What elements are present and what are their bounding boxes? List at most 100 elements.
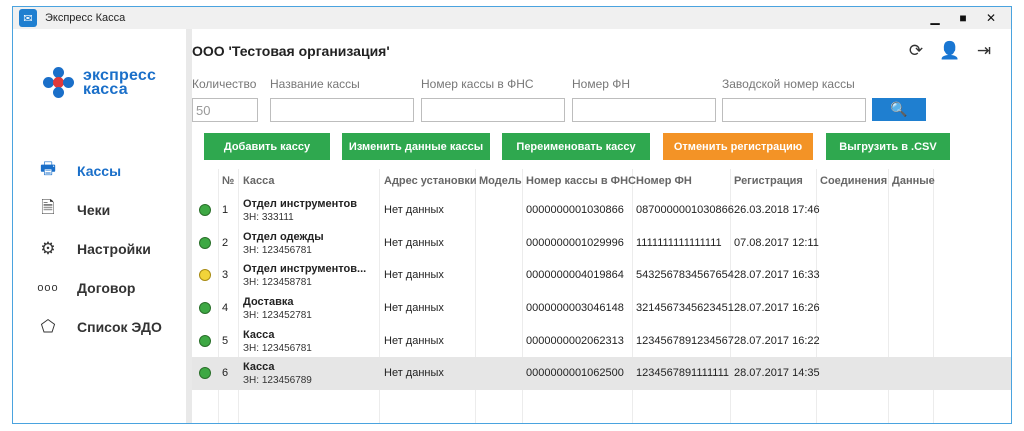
name-input[interactable] [270,98,414,122]
search-icon: 🔍 [890,101,908,117]
title-bar: ✉ Экспресс Касса ▁ ■ ✕ [13,7,1011,29]
table-row[interactable]: 2 Отдел одежды ЗН: 123456781 Нет данных … [192,227,1011,260]
status-indicator [199,367,211,380]
close-icon[interactable]: ✕ [977,7,1005,29]
row-registration: 07.08.2017 12:11 [734,236,819,249]
row-fn: 5432567834567654 [636,269,734,282]
organization-title: ООО 'Тестовая организация' [192,43,390,59]
header-num[interactable]: № [222,175,234,187]
header-fns[interactable]: Номер кассы в ФНС [526,175,636,187]
search-button[interactable]: 🔍 [872,98,926,121]
status-indicator [199,204,211,216]
app-logo-icon: ✉ [19,9,37,27]
count-filter: Количество [192,75,258,122]
row-kassa-name: Касса [243,361,275,374]
row-kassa-name: Касса [243,328,275,341]
row-fns: 0000000001062500 [526,367,624,380]
sidebar: экспресс касса 🖶 Кассы 🗎 Чеки ⚙ Настройк… [13,29,186,423]
row-fns: 0000000003046148 [526,302,624,315]
sidebar-item-contract[interactable]: ooo Договор [37,268,162,307]
row-fns: 0000000001029996 [526,236,624,249]
sidebar-item-settings[interactable]: ⚙ Настройки [37,229,162,268]
main-panel: ООО 'Тестовая организация' ⟳ 👤 ⇥ Количес… [192,29,1011,423]
row-num: 5 [222,334,229,347]
brand-logo: экспресс касса [43,67,156,99]
header-kassa[interactable]: Касса [243,175,274,187]
table-row[interactable]: 5 Касса ЗН: 123456781 Нет данных 0000000… [192,325,1011,358]
serial-label: Заводской номер кассы [722,77,855,91]
name-filter: Название кассы [270,75,414,122]
table-row[interactable]: 4 Доставка ЗН: 123452781 Нет данных 0000… [192,292,1011,325]
sidebar-item-edo[interactable]: ⬠ Список ЭДО [37,307,162,346]
edit-kassa-button[interactable]: Изменить данные кассы [342,133,490,160]
row-num: 3 [222,269,229,282]
action-bar: Добавить кассу Изменить данные кассы Пер… [192,133,1011,160]
row-num: 6 [222,367,229,380]
fn-input[interactable] [572,98,716,122]
sidebar-menu: 🖶 Кассы 🗎 Чеки ⚙ Настройки ooo Договор ⬠… [37,151,162,346]
fns-label: Номер кассы в ФНС [421,77,534,91]
name-label: Название кассы [270,77,360,91]
row-address: Нет данных [384,269,444,282]
top-toolbar: ⟳ 👤 ⇥ [899,41,1001,61]
brand-mark-icon [43,67,75,99]
sidebar-item-label: Список ЭДО [77,318,162,335]
cancel-registration-button[interactable]: Отменить регистрацию [663,133,813,160]
fn-filter: Номер ФН [572,75,716,122]
header-address[interactable]: Адрес установки [384,175,477,187]
kassa-table: № Касса Адрес установки Модель Номер кас… [192,169,1011,423]
sidebar-item-kassy[interactable]: 🖶 Кассы [37,151,162,190]
row-serial: ЗН: 123456781 [243,342,312,354]
minimize-icon[interactable]: ▁ [921,7,949,29]
sidebar-item-cheki[interactable]: 🗎 Чеки [37,190,162,229]
rename-kassa-button[interactable]: Переименовать кассу [502,133,650,160]
header-model[interactable]: Модель [479,175,522,187]
header-data[interactable]: Данные [892,175,935,187]
refresh-icon[interactable]: ⟳ [899,41,933,61]
row-serial: ЗН: 123458781 [243,277,312,289]
status-indicator [199,269,211,282]
row-fn: 1234567891234567 [636,334,734,347]
row-serial: ЗН: 123452781 [243,310,312,322]
export-csv-button[interactable]: Выгрузить в .CSV [826,133,950,160]
status-indicator [199,334,211,347]
row-address: Нет данных [384,204,444,216]
row-registration: 28.07.2017 14:35 [734,367,820,380]
row-num: 2 [222,236,229,249]
sidebar-item-label: Договор [77,279,136,296]
row-registration: 28.07.2017 16:26 [734,302,820,315]
maximize-icon[interactable]: ■ [949,7,977,29]
count-input[interactable] [192,98,258,122]
row-kassa-name: Отдел одежды [243,230,324,243]
table-row[interactable]: 3 Отдел инструментов... ЗН: 123458781 Не… [192,259,1011,292]
app-window: ✉ Экспресс Касса ▁ ■ ✕ экспресс касса 🖶 [12,6,1012,424]
add-kassa-button[interactable]: Добавить кассу [204,133,330,160]
table-body: 1 Отдел инструментов ЗН: 333111 Нет данн… [192,194,1011,391]
row-address: Нет данных [384,236,444,249]
row-kassa-name: Отдел инструментов [243,198,358,210]
row-address: Нет данных [384,334,444,347]
row-serial: ЗН: 333111 [243,212,294,223]
sidebar-item-label: Настройки [77,240,151,257]
serial-filter: Заводской номер кассы [722,75,866,122]
count-label: Количество [192,77,257,91]
table-row[interactable]: 1 Отдел инструментов ЗН: 333111 Нет данн… [192,194,1011,227]
fns-filter: Номер кассы в ФНС [421,75,565,122]
cash-register-icon: 🖶 [39,159,57,178]
table-row-selected[interactable]: 6 Касса ЗН: 123456789 Нет данных 0000000… [192,357,1011,391]
row-num: 4 [222,302,229,315]
row-fn: 3214567345623451 [636,302,734,315]
fns-input[interactable] [421,98,565,122]
window-controls: ▁ ■ ✕ [921,7,1005,29]
row-fns: 0000000001030866 [526,204,624,216]
row-serial: ЗН: 123456781 [243,244,312,256]
user-icon[interactable]: 👤 [933,41,967,61]
brand-words: экспресс касса [83,68,156,98]
row-registration: 28.07.2017 16:33 [734,269,820,282]
header-registration[interactable]: Регистрация [734,175,803,187]
serial-input[interactable] [722,98,866,122]
logout-icon[interactable]: ⇥ [967,41,1001,61]
header-fn[interactable]: Номер ФН [636,175,692,187]
header-connections[interactable]: Соединения [820,175,887,187]
gear-icon: ⚙ [40,238,56,258]
